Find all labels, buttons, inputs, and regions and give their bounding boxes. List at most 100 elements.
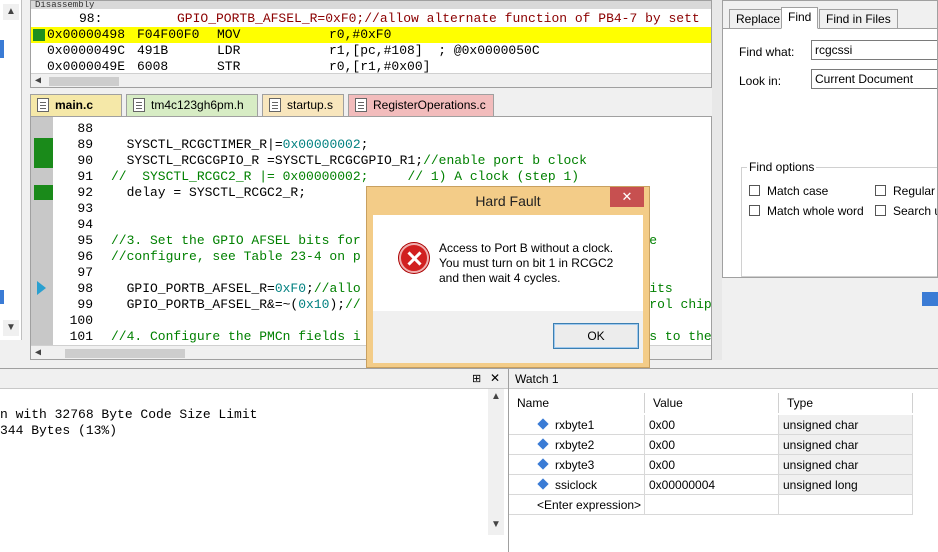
dialog-message-line: You must turn on bit 1 in RCGC2 bbox=[439, 256, 614, 270]
watch-row-type: unsigned char bbox=[779, 435, 913, 455]
tab-label: Find in Files bbox=[826, 12, 891, 26]
horizontal-scrollbar[interactable]: ◀ bbox=[31, 73, 711, 87]
watch-row-type: unsigned char bbox=[779, 415, 913, 435]
find-options-title: Find options bbox=[747, 160, 817, 174]
match-whole-word-checkbox[interactable] bbox=[749, 205, 760, 216]
selection-marker bbox=[922, 292, 938, 306]
tab-find-in-files[interactable]: Find in Files bbox=[819, 9, 898, 29]
watch-row-type: unsigned long bbox=[779, 475, 913, 495]
match-case-checkbox[interactable] bbox=[749, 185, 760, 196]
watch-row-value[interactable]: 0x00000004 bbox=[645, 475, 779, 495]
mnemonic: MOV bbox=[217, 27, 241, 42]
source-line-number: 98: bbox=[79, 11, 103, 26]
pin-icon[interactable]: ⊞ bbox=[472, 372, 481, 385]
tab-tm4c123gh6pm-h[interactable]: tm4c123gh6pm.h bbox=[126, 94, 258, 116]
tab-label: Replace bbox=[736, 12, 781, 26]
variable-icon bbox=[537, 458, 549, 470]
find-panel: Replace Find Find in Files Find what: rc… bbox=[722, 0, 938, 278]
enter-expression-input[interactable]: <Enter expression> bbox=[509, 495, 645, 515]
close-button[interactable]: ✕ bbox=[610, 187, 644, 207]
hard-fault-dialog: Hard Fault ✕ Access to Port B without a … bbox=[366, 186, 650, 368]
scrollbar-thumb[interactable] bbox=[49, 77, 119, 86]
watch-title: Watch 1 bbox=[509, 369, 938, 389]
column-header-name[interactable]: Name bbox=[509, 393, 645, 413]
line-number: 97 bbox=[77, 265, 93, 280]
watch-row-name[interactable]: rxbyte2 bbox=[509, 435, 645, 455]
current-line-marker bbox=[33, 29, 45, 41]
scroll-down-icon[interactable]: ▼ bbox=[491, 519, 501, 530]
left-panel: ▲ ▼ bbox=[0, 0, 22, 340]
watch-row-value[interactable]: 0x00 bbox=[645, 455, 779, 475]
splitter[interactable] bbox=[712, 0, 722, 360]
watch-row-value-empty bbox=[645, 495, 779, 515]
tab-label: Find bbox=[788, 10, 812, 24]
tab-replace[interactable]: Replace bbox=[729, 9, 788, 29]
ok-button[interactable]: OK bbox=[553, 323, 639, 349]
file-icon bbox=[269, 98, 281, 112]
line-code: SYSCTL_RCGCGPIO_R =SYSCTL_RCGCGPIO_R1;//… bbox=[111, 153, 587, 168]
search-up-label: Search up bbox=[893, 204, 937, 218]
line-number: 92 bbox=[77, 185, 93, 200]
close-icon[interactable]: ✕ bbox=[490, 371, 500, 385]
dialog-footer: OK bbox=[373, 311, 643, 363]
watch-row-name[interactable]: rxbyte1 bbox=[509, 415, 645, 435]
build-output-pane: ⊞ ✕ n with 32768 Byte Code Size Limit 34… bbox=[0, 368, 508, 552]
code-line[interactable]: 91 // SYSCTL_RCGC2_R |= 0x00000002; // 1)… bbox=[31, 169, 711, 185]
build-output-line: n with 32768 Byte Code Size Limit bbox=[0, 407, 258, 422]
disassembly-line-current[interactable]: 0x00000498 F04F00F0 MOV r0,#0xF0 bbox=[31, 27, 711, 43]
disassembly-line[interactable]: 0x0000049C 491B LDR r1,[pc,#108] ; @0x00… bbox=[31, 43, 711, 59]
tab-label: startup.s bbox=[287, 98, 334, 112]
line-number: 96 bbox=[77, 249, 93, 264]
line-number: 91 bbox=[77, 169, 93, 184]
dialog-message-line: Access to Port B without a clock. bbox=[439, 241, 614, 255]
regular-expression-checkbox[interactable] bbox=[875, 185, 886, 196]
error-icon bbox=[399, 243, 429, 273]
watch-row-name[interactable]: rxbyte3 bbox=[509, 455, 645, 475]
watch-row-value[interactable]: 0x00 bbox=[645, 415, 779, 435]
scroll-up-icon[interactable]: ▲ bbox=[3, 4, 19, 20]
line-code: SYSCTL_RCGCTIMER_R|=0x00000002; bbox=[111, 137, 369, 152]
search-up-checkbox[interactable] bbox=[875, 205, 886, 216]
find-what-label: Find what: bbox=[739, 45, 795, 59]
watch-row-value[interactable]: 0x00 bbox=[645, 435, 779, 455]
tab-startup-s[interactable]: startup.s bbox=[262, 94, 344, 116]
variable-name: rxbyte2 bbox=[555, 438, 595, 452]
vertical-scrollbar[interactable]: ▲ ▼ bbox=[488, 389, 504, 535]
tab-label: main.c bbox=[55, 98, 94, 112]
scroll-down-icon[interactable]: ▼ bbox=[3, 320, 19, 336]
code-line[interactable]: 88 bbox=[31, 121, 711, 137]
dialog-message-line: and then wait 4 cycles. bbox=[439, 271, 561, 285]
column-header-type[interactable]: Type bbox=[779, 393, 913, 413]
column-header-value[interactable]: Value bbox=[645, 393, 779, 413]
line-number: 88 bbox=[77, 121, 93, 136]
scroll-left-icon[interactable]: ◀ bbox=[35, 347, 41, 359]
variable-icon bbox=[537, 478, 549, 490]
opcode-bytes: F04F00F0 bbox=[137, 27, 200, 42]
disassembly-pane: Disassembly 98: GPIO_PORTB_AFSEL_R=0xF0;… bbox=[30, 0, 712, 88]
scroll-left-icon[interactable]: ◀ bbox=[35, 75, 41, 87]
line-number: 89 bbox=[77, 137, 93, 152]
code-line[interactable]: 90 SYSCTL_RCGCGPIO_R =SYSCTL_RCGCGPIO_R1… bbox=[31, 153, 711, 169]
disassembly-source-line[interactable]: 98: GPIO_PORTB_AFSEL_R=0xF0;//allow alte… bbox=[31, 11, 711, 27]
look-in-label: Look in: bbox=[739, 74, 782, 88]
scrollbar-thumb[interactable] bbox=[65, 349, 185, 358]
operands: r1,[pc,#108] ; @0x0000050C bbox=[329, 43, 540, 58]
find-what-input[interactable]: rcgcssi bbox=[811, 40, 937, 60]
match-case-label: Match case bbox=[767, 184, 829, 198]
tab-find[interactable]: Find bbox=[781, 7, 819, 29]
disassembly-title: Disassembly bbox=[31, 1, 711, 9]
line-number: 93 bbox=[77, 201, 93, 216]
code-line[interactable]: 89 SYSCTL_RCGCTIMER_R|=0x00000002; bbox=[31, 137, 711, 153]
line-code: // SYSCTL_RCGC2_R |= 0x00000002; // 1) A… bbox=[111, 169, 580, 184]
variable-name: rxbyte3 bbox=[555, 458, 595, 472]
variable-name: ssiclock bbox=[555, 478, 598, 492]
tab-main-c[interactable]: main.c bbox=[30, 94, 122, 116]
look-in-select[interactable]: Current Document bbox=[811, 69, 937, 89]
line-number: 90 bbox=[77, 153, 93, 168]
line-number: 100 bbox=[69, 313, 93, 328]
variable-icon bbox=[537, 438, 549, 450]
opcode-bytes: 491B bbox=[137, 43, 169, 58]
watch-row-name[interactable]: ssiclock bbox=[509, 475, 645, 495]
tab-registeroperations-c[interactable]: RegisterOperations.c bbox=[348, 94, 494, 116]
scroll-up-icon[interactable]: ▲ bbox=[491, 391, 501, 402]
